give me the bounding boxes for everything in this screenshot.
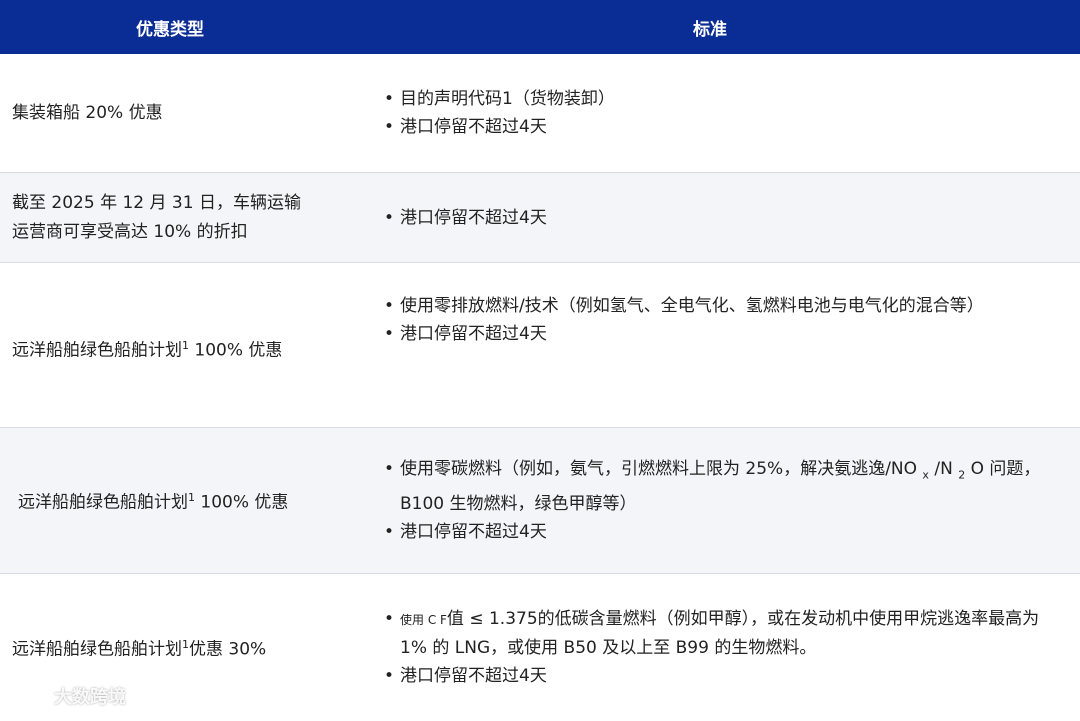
discount-type-cell: 截至 2025 年 12 月 31 日，车辆运输 运营商可享受高达 10% 的折…: [0, 173, 372, 262]
discount-table: 优惠类型 标准 集装箱船 20% 优惠 目的声明代码1（货物装卸） 港口停留不超…: [0, 0, 1080, 721]
criteria-cell: 目的声明代码1（货物装卸） 港口停留不超过4天: [372, 54, 1080, 172]
criteria-item: 港口停留不超过4天: [372, 662, 1066, 690]
criteria-list: 目的声明代码1（货物装卸） 港口停留不超过4天: [372, 85, 615, 141]
discount-type-text: 远洋船舶绿色船舶计划1 100% 优惠: [12, 339, 283, 361]
criteria-cell: 使用零碳燃料（例如，氨气，引燃燃料上限为 25%，解决氨逃逸/NO x /N 2…: [372, 428, 1080, 573]
table-row: 远洋船舶绿色船舶计划1优惠 30% 使用 C F值 ≤ 1.375的低碳含量燃料…: [0, 574, 1080, 721]
criteria-item: 港口停留不超过4天: [372, 113, 615, 141]
table-row: 远洋船舶绿色船舶计划1 100% 优惠 使用零排放燃料/技术（例如氢气、全电气化…: [0, 263, 1080, 428]
criteria-list: 使用零碳燃料（例如，氨气，引燃燃料上限为 25%，解决氨逃逸/NO x /N 2…: [372, 455, 1066, 545]
table-row: 集装箱船 20% 优惠 目的声明代码1（货物装卸） 港口停留不超过4天: [0, 54, 1080, 173]
discount-type-text: 集装箱船 20% 优惠: [12, 102, 163, 123]
criteria-cell: 使用 C F值 ≤ 1.375的低碳含量燃料（例如甲醇），或在发动机中使用甲烷逃…: [372, 574, 1080, 721]
criteria-cell: 使用零排放燃料/技术（例如氢气、全电气化、氢燃料电池与电气化的混合等） 港口停留…: [372, 263, 1080, 427]
table-row: 远洋船舶绿色船舶计划1 100% 优惠 使用零碳燃料（例如，氨气，引燃燃料上限为…: [0, 428, 1080, 574]
criteria-item: 港口停留不超过4天: [372, 320, 984, 348]
watermark: 大数跨境: [14, 683, 126, 709]
criteria-item: 目的声明代码1（货物装卸）: [372, 85, 615, 113]
table-row: 截至 2025 年 12 月 31 日，车辆运输 运营商可享受高达 10% 的折…: [0, 173, 1080, 263]
header-discount-type: 优惠类型: [136, 19, 204, 40]
criteria-list: 港口停留不超过4天: [372, 204, 547, 232]
logo-icon: [14, 687, 47, 705]
criteria-item: 港口停留不超过4天: [372, 518, 1066, 546]
criteria-list: 使用零排放燃料/技术（例如氢气、全电气化、氢燃料电池与电气化的混合等） 港口停留…: [372, 292, 984, 348]
criteria-item: 使用零碳燃料（例如，氨气，引燃燃料上限为 25%，解决氨逃逸/NO x /N 2…: [372, 455, 1066, 517]
discount-type-text: 远洋船舶绿色船舶计划1优惠 30%: [12, 638, 267, 660]
header-criteria: 标准: [693, 19, 727, 40]
criteria-item: 港口停留不超过4天: [372, 204, 547, 232]
criteria-item: 使用零排放燃料/技术（例如氢气、全电气化、氢燃料电池与电气化的混合等）: [372, 292, 984, 320]
discount-type-text: 运营商可享受高达 10% 的折扣: [12, 221, 248, 242]
discount-type-text: 截至 2025 年 12 月 31 日，车辆运输: [12, 192, 301, 213]
criteria-list: 使用 C F值 ≤ 1.375的低碳含量燃料（例如甲醇），或在发动机中使用甲烷逃…: [372, 605, 1066, 690]
discount-type-cell: 远洋船舶绿色船舶计划1 100% 优惠: [0, 263, 372, 427]
watermark-text: 大数跨境: [54, 687, 126, 708]
criteria-item: 使用 C F值 ≤ 1.375的低碳含量燃料（例如甲醇），或在发动机中使用甲烷逃…: [372, 605, 1066, 662]
table-header: 优惠类型 标准: [0, 0, 1080, 54]
discount-type-cell: 远洋船舶绿色船舶计划1 100% 优惠: [0, 428, 372, 573]
criteria-cell: 港口停留不超过4天: [372, 173, 1080, 262]
discount-type-text: 远洋船舶绿色船舶计划1 100% 优惠: [18, 491, 289, 513]
discount-type-cell: 集装箱船 20% 优惠: [0, 54, 372, 172]
